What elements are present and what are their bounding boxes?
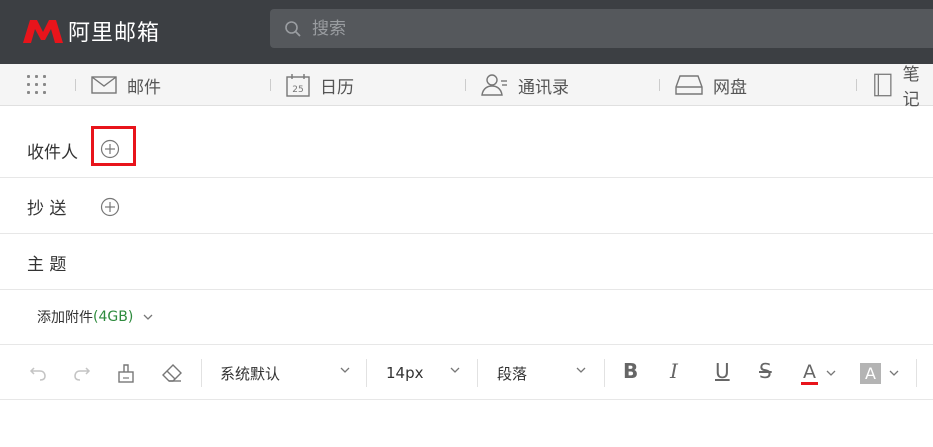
apps-grid-icon[interactable] [27,75,47,95]
attach-size: (4GB) [93,309,134,325]
nav-item-calendar[interactable]: 25 日历 [286,64,354,106]
paragraph-select[interactable]: 段落 [497,361,591,385]
font-size-value: 14px [386,364,424,382]
chevron-down-icon [143,314,153,320]
logo-text: 阿里邮箱 [68,21,161,46]
toolbar-divider [604,359,605,387]
editor-toolbar: 系统默认 14px 段落 B I U S A A [0,344,933,400]
highlight-box [91,126,136,166]
cc-label: 抄 送 [27,199,67,219]
search-input[interactable] [312,18,812,39]
nav-item-label: 网盘 [713,77,747,98]
chevron-down-icon [576,367,586,373]
nav-item-label: 日历 [320,77,354,98]
strikethrough-button[interactable]: S [759,359,772,383]
calendar-icon: 25 [286,74,310,97]
to-field[interactable]: 收件人 [0,106,933,178]
font-color-letter: A [801,360,818,385]
nav-item-drive[interactable]: 网盘 [675,64,747,106]
subject-label: 主 题 [27,255,67,275]
font-family-value: 系统默认 [220,364,281,383]
svg-text:25: 25 [292,85,303,95]
bold-button[interactable]: B [623,359,638,383]
font-size-select[interactable]: 14px [386,361,466,385]
attach-label: 添加附件 [37,310,93,326]
nav-item-notes[interactable]: 笔记 [873,64,933,110]
undo-icon[interactable] [27,362,49,384]
chevron-down-icon [340,367,350,373]
logo[interactable]: 阿里邮箱 [22,16,160,46]
to-label: 收件人 [27,143,78,163]
toolbar-divider [201,359,202,387]
redo-icon[interactable] [71,362,93,384]
nav-divider [465,79,466,91]
search-icon [285,20,301,37]
app-nav: 邮件 25 日历 通讯录 网盘 笔记 [0,64,933,110]
subject-field[interactable]: 主 题 [0,234,933,290]
nav-divider [659,79,660,91]
nav-item-label: 邮件 [127,77,161,98]
nav-item-mail[interactable]: 邮件 [91,64,161,106]
editor-body[interactable] [0,400,933,447]
search-box[interactable] [270,9,933,48]
paragraph-value: 段落 [497,364,528,383]
cc-field[interactable]: 抄 送 [0,178,933,234]
bg-color-letter: A [860,362,881,384]
chevron-down-icon [450,367,460,373]
eraser-icon[interactable] [161,362,183,384]
notes-icon [874,73,892,97]
format-painter-icon[interactable] [115,362,137,384]
background-color-button[interactable]: A [860,359,906,387]
underline-button[interactable]: U [715,359,730,383]
italic-button[interactable]: I [670,359,678,383]
nav-divider [856,79,857,91]
add-attachment-button[interactable]: 添加附件 (4GB) [37,307,153,327]
drive-icon [675,75,703,95]
toolbar-divider [366,359,367,387]
logo-m-icon [23,20,63,43]
chevron-down-icon [889,370,899,376]
nav-item-contacts[interactable]: 通讯录 [480,64,569,106]
nav-item-label: 通讯录 [518,77,569,98]
font-color-button[interactable]: A [801,359,841,387]
font-family-select[interactable]: 系统默认 [220,361,354,385]
add-cc-plus-icon[interactable] [100,197,120,217]
nav-divider [270,79,271,91]
nav-divider [75,79,76,91]
mail-icon [91,76,117,94]
toolbar-divider [916,359,917,387]
toolbar-divider [477,359,478,387]
chevron-down-icon [826,370,836,376]
contacts-icon [481,74,507,96]
nav-item-label: 笔记 [902,65,920,110]
top-header: 阿里邮箱 [0,0,933,64]
